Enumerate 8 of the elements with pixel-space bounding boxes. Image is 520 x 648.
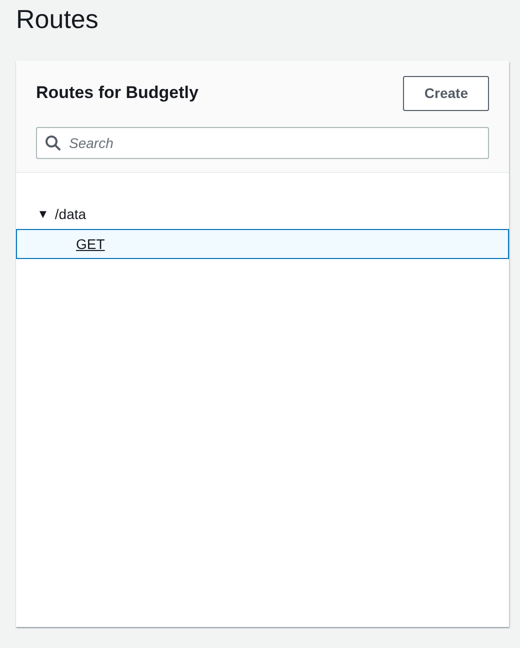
tree-item[interactable]: /data xyxy=(54,204,86,224)
panel-title: Routes for Budgetly xyxy=(36,83,198,104)
tree-row[interactable]: GET xyxy=(16,229,509,259)
search-field[interactable]: Search xyxy=(36,127,489,159)
route-link[interactable]: GET xyxy=(76,234,105,254)
page-title: Routes xyxy=(15,3,100,34)
expand-toggle[interactable]: ▼ xyxy=(37,205,49,223)
create-button[interactable]: Create xyxy=(403,76,489,111)
